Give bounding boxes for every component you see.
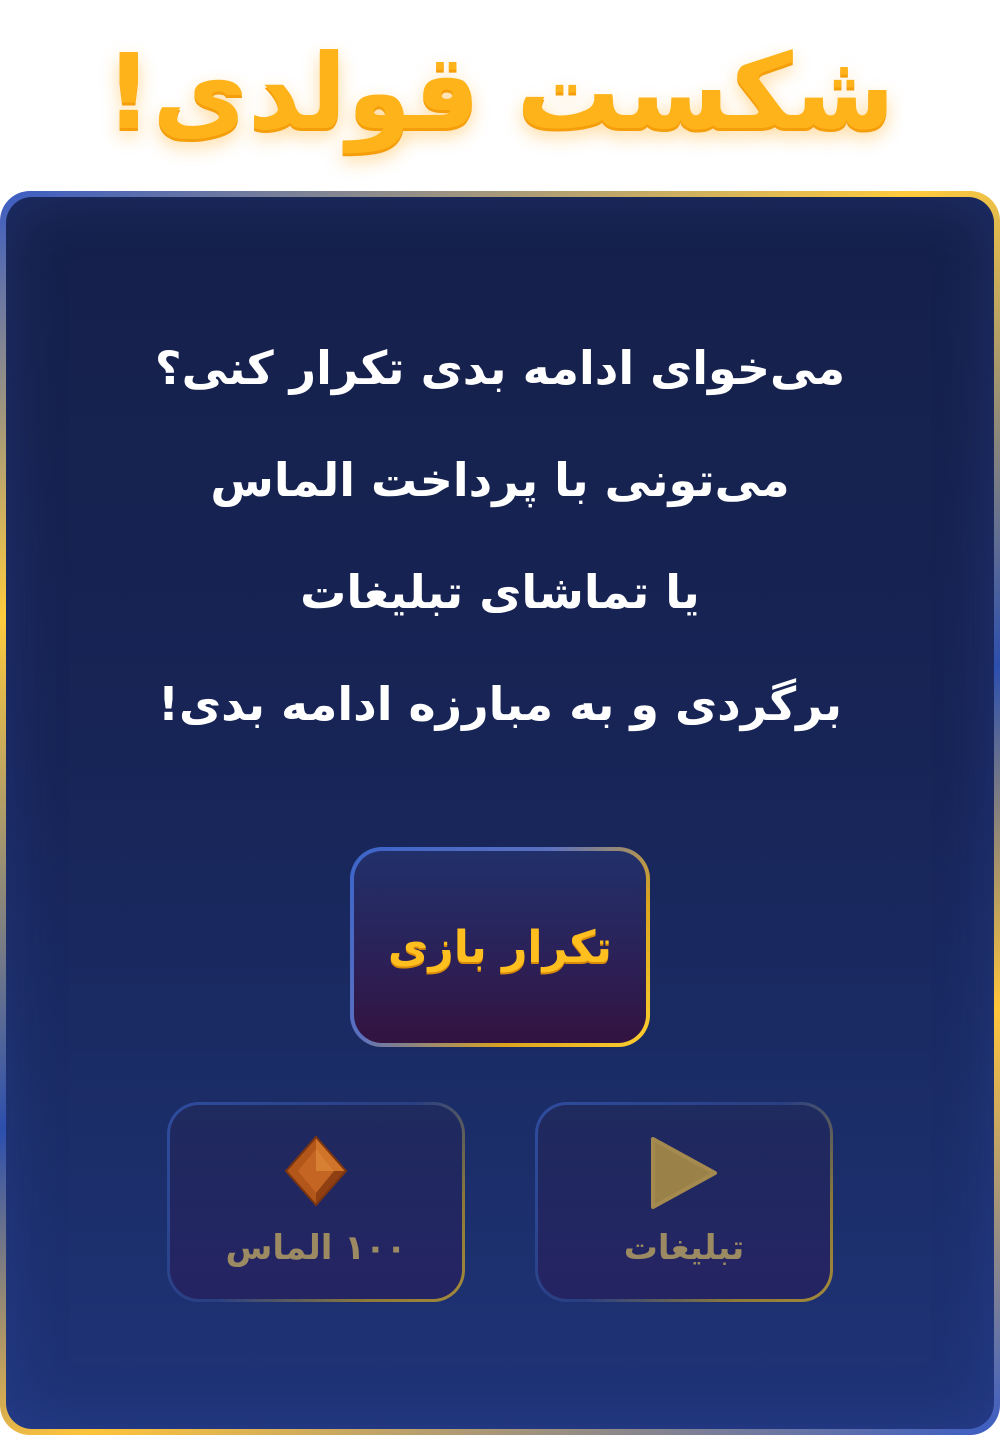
- watch-ads-button[interactable]: تبلیغات: [535, 1102, 833, 1302]
- diamond-icon: [170, 1135, 462, 1211]
- page-title: شکست قولدی!: [104, 31, 896, 153]
- message-line-1: می‌خوای ادامه بدی تکرار کنی؟: [154, 341, 846, 395]
- message-line-2: می‌تونی با پرداخت الماس: [210, 453, 790, 507]
- replay-button[interactable]: تکرار بازی: [350, 847, 650, 1047]
- message-line-4: برگردی و به مبارزه ادامه بدی!: [157, 677, 842, 731]
- watch-ads-button-face[interactable]: تبلیغات: [538, 1105, 830, 1299]
- message-line-3: یا تماشای تبلیغات: [300, 565, 700, 619]
- replay-button-face[interactable]: تکرار بازی: [354, 851, 646, 1043]
- pay-diamond-label: ۱۰۰ الماس: [225, 1228, 407, 1268]
- watch-ads-label: تبلیغات: [623, 1228, 745, 1268]
- pay-diamond-button-face[interactable]: ۱۰۰ الماس: [170, 1105, 462, 1299]
- pay-diamond-button[interactable]: ۱۰۰ الماس: [167, 1102, 465, 1302]
- replay-button-label: تکرار بازی: [388, 921, 612, 973]
- play-icon: [538, 1135, 830, 1211]
- defeat-message: می‌خوای ادامه بدی تکرار کنی؟ می‌تونی با …: [40, 320, 960, 768]
